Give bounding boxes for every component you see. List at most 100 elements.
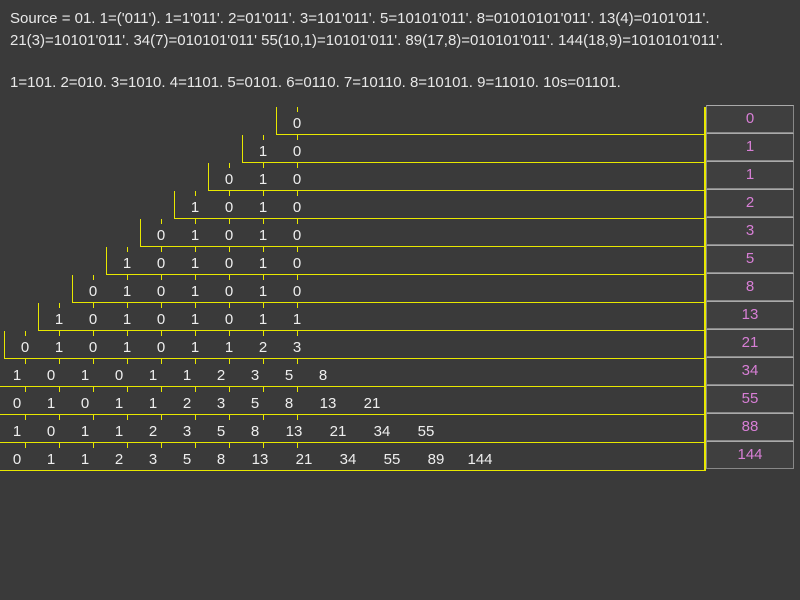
triangle-cell: 2	[204, 367, 238, 384]
triangle-cell: 0	[102, 367, 136, 384]
triangle-cell: 0	[212, 227, 246, 244]
triangle-cell: 0	[144, 339, 178, 356]
triangle-cell: 13	[306, 395, 350, 412]
triangle-cell: 1	[68, 423, 102, 440]
triangle-cell: 1	[42, 311, 76, 328]
triangle-row: 101010	[0, 249, 660, 277]
triangle-cell: 13	[272, 423, 316, 440]
triangle-cell: 1	[178, 227, 212, 244]
triangle-cell: 0	[144, 283, 178, 300]
triangle-cell: 0	[144, 227, 178, 244]
triangle-cell: 0	[68, 395, 102, 412]
triangle-cell: 3	[280, 339, 314, 356]
triangle-row: 1010112358	[0, 361, 660, 389]
triangle-cell: 1	[178, 339, 212, 356]
triangle-cell: 0	[280, 227, 314, 244]
triangle-row: 0101123581321	[0, 389, 660, 417]
triangle-cell: 0	[76, 311, 110, 328]
triangle-cell: 1	[178, 311, 212, 328]
triangle-cell: 1	[34, 451, 68, 468]
triangle-cell: 34	[360, 423, 404, 440]
triangle-row: 10101011	[0, 305, 660, 333]
triangle-cell: 0	[280, 171, 314, 188]
triangle-cell: 5	[272, 367, 306, 384]
triangle-cell: 1	[178, 255, 212, 272]
triangle-cell: 1	[110, 255, 144, 272]
triangle-cell: 0	[8, 339, 42, 356]
triangle-cell: 0	[280, 143, 314, 160]
triangle-cell: 1	[280, 311, 314, 328]
triangle-row: 010101123	[0, 333, 660, 361]
sidebar-cell: 0	[706, 105, 794, 133]
triangle-cell: 1	[0, 367, 34, 384]
sidebar-cell: 21	[706, 329, 794, 357]
triangle-cell: 21	[350, 395, 394, 412]
triangle-cell: 0	[212, 255, 246, 272]
triangle-cell: 5	[170, 451, 204, 468]
sidebar-cell: 55	[706, 385, 794, 413]
triangle-cell: 1	[68, 451, 102, 468]
sidebar-cell: 5	[706, 245, 794, 273]
triangle-cell: 1	[178, 283, 212, 300]
triangle-row: 0	[0, 109, 660, 137]
triangle-cell: 21	[316, 423, 360, 440]
triangle-cell: 0	[212, 311, 246, 328]
triangle-cell: 1	[246, 199, 280, 216]
triangle-cell: 34	[326, 451, 370, 468]
triangle-cell: 21	[282, 451, 326, 468]
triangle-cell: 13	[238, 451, 282, 468]
triangle-row: 01010	[0, 221, 660, 249]
triangle-cell: 144	[458, 451, 502, 468]
sidebar-cell: 1	[706, 161, 794, 189]
triangle-cell: 0	[212, 283, 246, 300]
triangle-row: 1011235813213455	[0, 417, 660, 445]
triangle-cell: 1	[178, 199, 212, 216]
triangle-cell: 5	[204, 423, 238, 440]
triangle-cell: 2	[246, 339, 280, 356]
fibonacci-sidebar: 01123581321345588144	[706, 105, 794, 469]
triangle-cell: 1	[246, 311, 280, 328]
triangle-cell: 1	[246, 255, 280, 272]
triangle-cell: 0	[0, 395, 34, 412]
triangle-cell: 1	[246, 227, 280, 244]
triangle-cell: 0	[212, 199, 246, 216]
sidebar-cell: 3	[706, 217, 794, 245]
triangle-cell: 0	[34, 367, 68, 384]
triangle-row: 010	[0, 165, 660, 193]
triangle-row: 01123581321345589144	[0, 445, 660, 473]
triangle-cell: 1	[110, 283, 144, 300]
header-text-1: Source = 01. 1=('011'). 1=1'011'. 2=01'0…	[0, 0, 800, 54]
triangle-cell: 0	[280, 115, 314, 132]
header-text-2: 1=101. 2=010. 3=1010. 4=1101. 5=0101. 6=…	[0, 64, 800, 96]
sidebar-cell: 2	[706, 189, 794, 217]
triangle-cell: 1	[246, 283, 280, 300]
triangle-cell: 1	[136, 395, 170, 412]
triangle-cell: 2	[102, 451, 136, 468]
triangle-cell: 1	[136, 367, 170, 384]
triangle-cell: 0	[0, 451, 34, 468]
triangle-cell: 8	[238, 423, 272, 440]
triangle-cell: 89	[414, 451, 458, 468]
sidebar-cell: 144	[706, 441, 794, 469]
triangle-cell: 8	[204, 451, 238, 468]
triangle-cell: 3	[170, 423, 204, 440]
triangle-cell: 1	[102, 423, 136, 440]
triangle-cell: 1	[0, 423, 34, 440]
triangle-row: 1010	[0, 193, 660, 221]
triangle-cell: 0	[34, 423, 68, 440]
triangle-row: 10	[0, 137, 660, 165]
triangle-cell: 3	[238, 367, 272, 384]
triangle-cell: 5	[238, 395, 272, 412]
triangle-cell: 1	[246, 171, 280, 188]
triangle-cell: 0	[144, 255, 178, 272]
triangle-row: 0101010	[0, 277, 660, 305]
sidebar-cell: 88	[706, 413, 794, 441]
triangle-cell: 1	[42, 339, 76, 356]
sidebar-cell: 1	[706, 133, 794, 161]
triangle-cell: 3	[136, 451, 170, 468]
sidebar-cell: 8	[706, 273, 794, 301]
triangle-cell: 1	[110, 311, 144, 328]
triangle-cell: 1	[212, 339, 246, 356]
triangle-cell: 55	[404, 423, 448, 440]
triangle-cell: 3	[204, 395, 238, 412]
